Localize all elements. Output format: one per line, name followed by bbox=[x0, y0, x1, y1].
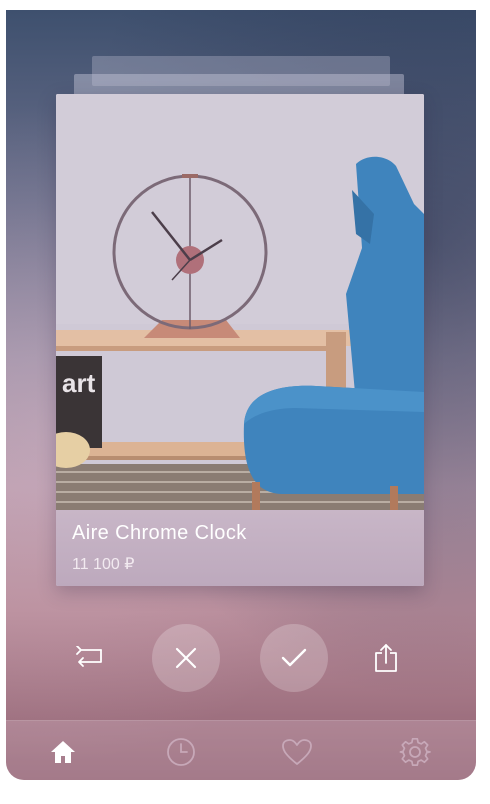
like-button[interactable] bbox=[260, 624, 328, 692]
undo-icon bbox=[76, 646, 102, 667]
product-photo: art bbox=[56, 94, 424, 510]
undo-button[interactable] bbox=[72, 640, 108, 676]
tab-settings[interactable] bbox=[398, 735, 432, 769]
svg-text:art: art bbox=[62, 368, 96, 398]
tab-home[interactable] bbox=[46, 735, 80, 769]
action-bar bbox=[6, 624, 476, 696]
gear-icon bbox=[399, 737, 431, 766]
share-button[interactable] bbox=[368, 640, 404, 676]
product-name: Aire Chrome Clock bbox=[72, 522, 247, 544]
clock-icon bbox=[167, 738, 195, 766]
poster-text: art bbox=[62, 368, 96, 398]
heart-icon bbox=[282, 739, 312, 765]
dislike-button[interactable] bbox=[152, 624, 220, 692]
product-price: 11 100 ₽ bbox=[72, 556, 135, 573]
product-card[interactable]: art Aire Chrome Clock 11 100 ₽ bbox=[56, 94, 424, 586]
tab-history[interactable] bbox=[164, 735, 198, 769]
share-icon bbox=[375, 644, 397, 672]
close-icon bbox=[175, 647, 197, 669]
check-icon bbox=[281, 648, 307, 667]
tab-bar bbox=[6, 720, 476, 780]
tab-favorites[interactable] bbox=[280, 735, 314, 769]
home-icon bbox=[51, 741, 75, 763]
app-screen: art Aire Chrome Clock 11 100 ₽ bbox=[6, 10, 476, 780]
